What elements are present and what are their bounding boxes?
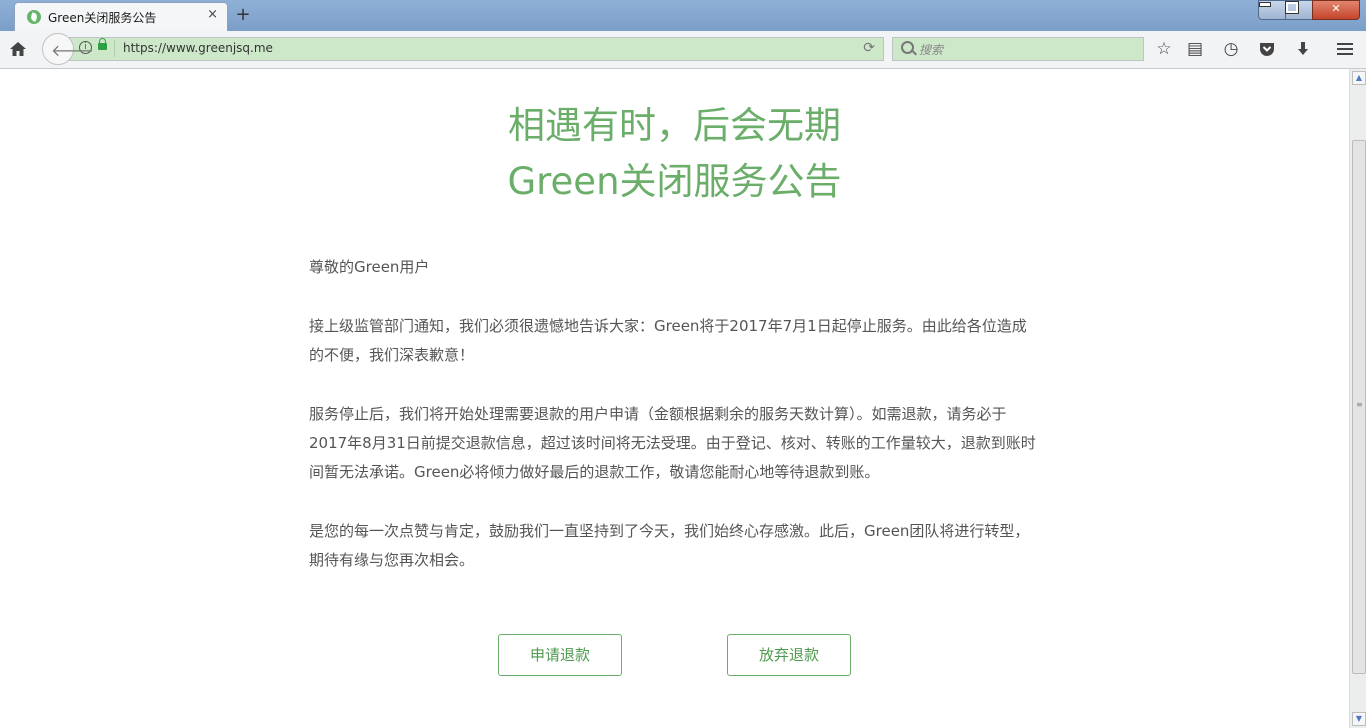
minimize-button[interactable] (1258, 0, 1286, 20)
scrollbar-thumb[interactable]: ≡ (1352, 140, 1366, 674)
green-leaf-favicon-icon (27, 10, 41, 24)
minimize-icon (1259, 2, 1271, 7)
close-icon: ✕ (1331, 2, 1341, 15)
headline-farewell: 相遇有时，后会无期 (508, 104, 841, 147)
pocket-icon[interactable] (1257, 39, 1277, 59)
page-content: 相遇有时，后会无期 Green关闭服务公告 尊敬的Green用户 接上级监管部门… (0, 69, 1349, 728)
search-icon (901, 41, 914, 54)
close-tab-icon[interactable]: × (207, 7, 218, 22)
apply-refund-button[interactable]: 申请退款 (498, 634, 622, 676)
tab-title: Green关闭服务公告 (48, 11, 157, 25)
maximize-button[interactable] (1285, 0, 1313, 20)
window-controls: ✕ (1258, 0, 1360, 20)
maximize-icon (1285, 1, 1299, 14)
scrollbar-grip-icon: ≡ (1356, 400, 1363, 409)
tab-strip: Green关闭服务公告 × + ✕ (0, 0, 1366, 32)
back-button[interactable]: 🡐 (42, 33, 94, 65)
headline-notice-title: Green关闭服务公告 (507, 160, 842, 203)
waive-refund-button[interactable]: 放弃退款 (727, 634, 851, 676)
navigation-toolbar: i https://www.greenjsq.me ⟳ 🡐 搜索 ☆ ▤ ◷ (0, 31, 1366, 69)
home-icon[interactable] (9, 40, 27, 58)
browser-tab[interactable]: Green关闭服务公告 × (14, 2, 228, 32)
hamburger-menu-icon[interactable] (1335, 39, 1355, 59)
scroll-up-arrow-icon[interactable]: ▲ (1352, 71, 1366, 85)
notice-body: 尊敬的Green用户 接上级监管部门通知，我们必须很遗憾地告诉大家：Green将… (309, 253, 1039, 605)
download-icon[interactable] (1293, 39, 1313, 59)
url-divider (114, 40, 115, 57)
notice-paragraph: 接上级监管部门通知，我们必须很遗憾地告诉大家：Green将于2017年7月1日起… (309, 317, 1027, 364)
url-text[interactable]: https://www.greenjsq.me (123, 41, 273, 55)
vertical-scrollbar[interactable]: ▲ ≡ ▼ (1349, 69, 1366, 728)
lock-icon[interactable] (98, 38, 107, 50)
star-icon[interactable]: ☆ (1154, 39, 1174, 59)
search-placeholder: 搜索 (919, 43, 944, 57)
close-window-button[interactable]: ✕ (1312, 0, 1360, 20)
history-icon[interactable]: ◷ (1221, 39, 1241, 59)
new-tab-button[interactable]: + (234, 4, 252, 25)
notice-paragraph: 是您的每一次点赞与肯定，鼓励我们一直坚持到了今天，我们始终心存感激。此后，Gre… (309, 522, 1030, 569)
url-bar[interactable]: i https://www.greenjsq.me ⟳ (67, 37, 884, 61)
library-icon[interactable]: ▤ (1185, 39, 1205, 59)
back-arrow-icon: 🡐 (51, 41, 94, 60)
notice-paragraph: 服务停止后，我们将开始处理需要退款的用户申请（金额根据剩余的服务天数计算）。如需… (309, 405, 1036, 481)
greeting: 尊敬的Green用户 (309, 258, 430, 276)
search-bar[interactable]: 搜索 (892, 37, 1144, 61)
scroll-down-arrow-icon[interactable]: ▼ (1352, 712, 1366, 726)
reload-icon[interactable]: ⟳ (863, 40, 875, 56)
